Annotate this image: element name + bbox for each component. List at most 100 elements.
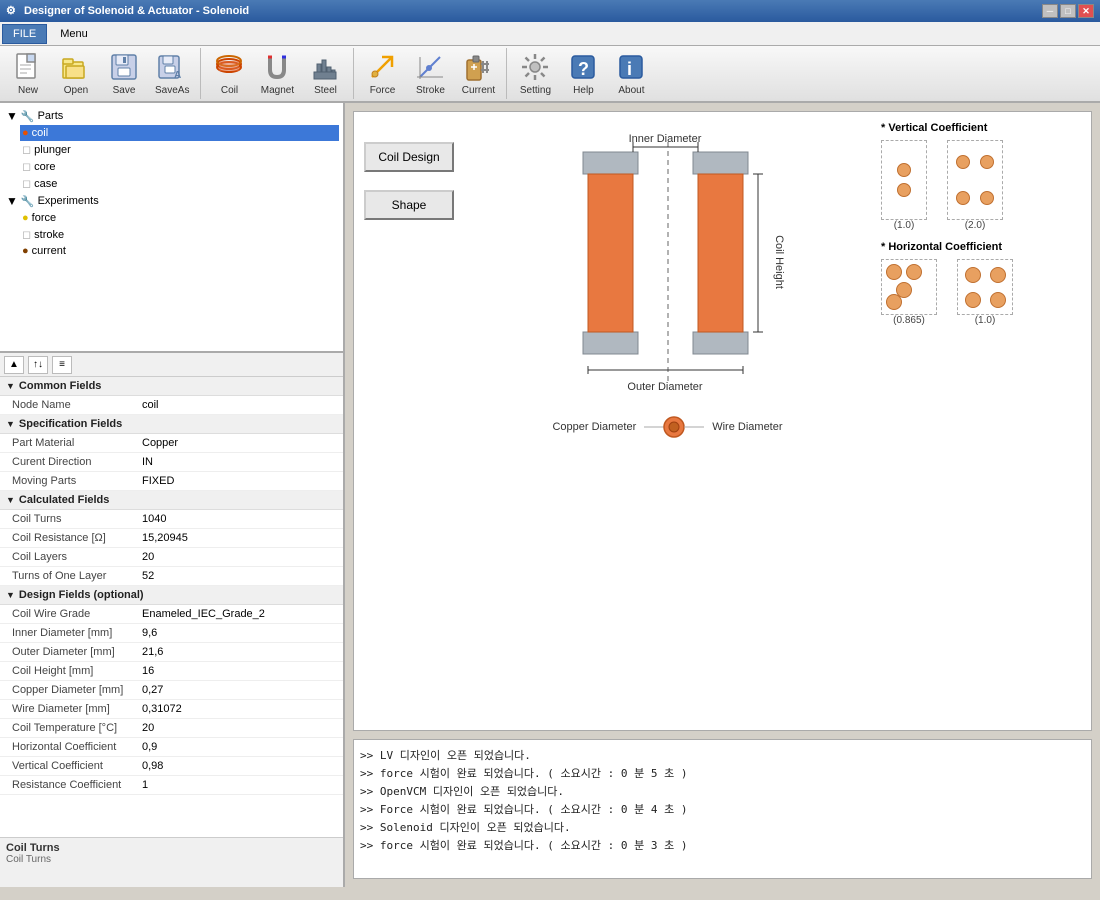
open-label: Open xyxy=(64,85,88,96)
toolbar-force[interactable]: Force xyxy=(358,48,406,99)
prop-horiz-coeff-value: 0,9 xyxy=(142,741,337,753)
section-spec-header[interactable]: ▼ Specification Fields xyxy=(0,415,343,434)
hc2-c1 xyxy=(965,267,981,283)
vc2-c4 xyxy=(980,191,994,205)
prop-coil-turns-label: Coil Turns xyxy=(12,513,142,525)
about-icon: i xyxy=(615,51,647,83)
section-spec-label: Specification Fields xyxy=(19,418,122,430)
toolbar-section-file: New Open Save xyxy=(0,48,201,99)
menu-file[interactable]: FILE xyxy=(2,24,47,44)
coeff-area: * Vertical Coefficient xyxy=(881,122,1081,326)
horiz-coeff-2: (1.0) xyxy=(957,259,1013,326)
prop-node-name-value: coil xyxy=(142,399,337,411)
tree-label-experiments: Experiments xyxy=(38,195,99,207)
status-bar: Coil Turns Coil Turns xyxy=(0,837,343,887)
prop-resist-coeff: Resistance Coefficient 1 xyxy=(0,776,343,795)
prop-moving-parts-value: FIXED xyxy=(142,475,337,487)
prop-inner-dia-value: 9,6 xyxy=(142,627,337,639)
console-line: >> Force 시험이 완료 되었습니다. ( 소요시간 : 0 분 4 초 … xyxy=(360,800,1085,818)
section-calc-header[interactable]: ▼ Calculated Fields xyxy=(0,491,343,510)
prop-coil-layers-label: Coil Layers xyxy=(12,551,142,563)
section-design-header[interactable]: ▼ Design Fields (optional) xyxy=(0,586,343,605)
plunger-bullet: ◻ xyxy=(22,143,31,156)
tree-label-parts: Parts xyxy=(38,110,64,122)
prop-outer-dia-value: 21,6 xyxy=(142,646,337,658)
toolbar-steel[interactable]: Steel xyxy=(301,48,349,99)
title-bar: ⚙ Designer of Solenoid & Actuator - Sole… xyxy=(0,0,1100,22)
toolbar-setting[interactable]: Setting xyxy=(511,48,559,99)
hc2-c4 xyxy=(990,292,1006,308)
status-title: Coil Turns xyxy=(6,842,337,854)
saveas-icon: A xyxy=(156,51,188,83)
tree-item-current[interactable]: ● current xyxy=(20,243,339,259)
copper-diameter-label: Copper Diameter xyxy=(552,421,636,433)
section-calc-label: Calculated Fields xyxy=(19,494,109,506)
prop-vert-coeff-label: Vertical Coefficient xyxy=(12,760,142,772)
prop-coil-layers-value: 20 xyxy=(142,551,337,563)
prop-coil-height-label: Coil Height [mm] xyxy=(12,665,142,677)
force-icon xyxy=(366,51,398,83)
prop-copper-dia: Copper Diameter [mm] 0,27 xyxy=(0,681,343,700)
stroke-bullet: ◻ xyxy=(22,228,31,241)
minimize-button[interactable]: ─ xyxy=(1042,4,1058,18)
prop-vert-coeff-value: 0,98 xyxy=(142,760,337,772)
tree-item-force[interactable]: ● force xyxy=(20,210,339,226)
tree-item-core[interactable]: ◻ core xyxy=(20,158,339,175)
prop-moving-parts-label: Moving Parts xyxy=(12,475,142,487)
toolbar-magnet[interactable]: Magnet xyxy=(253,48,301,99)
horiz-coeff-title: * Horizontal Coefficient xyxy=(881,241,1081,253)
wire-section: Copper Diameter Wire Diameter xyxy=(552,412,782,442)
tree-panel: ▼ 🔧 Parts ● coil ◻ plunger ◻ core ◻ case xyxy=(0,103,343,353)
prop-wire-dia-label: Wire Diameter [mm] xyxy=(12,703,142,715)
coil-icon xyxy=(213,51,245,83)
force-label: Force xyxy=(370,85,396,96)
prop-part-material: Part Material Copper xyxy=(0,434,343,453)
prop-horiz-coeff: Horizontal Coefficient 0,9 xyxy=(0,738,343,757)
svg-text:i: i xyxy=(627,59,632,79)
tree-item-case[interactable]: ◻ case xyxy=(20,175,339,192)
vert-coeff-2-label: (2.0) xyxy=(965,220,986,231)
tree-item-coil[interactable]: ● coil xyxy=(20,125,339,141)
shape-button[interactable]: Shape xyxy=(364,190,454,220)
prop-coil-height: Coil Height [mm] 16 xyxy=(0,662,343,681)
console-line: >> OpenVCM 디자인이 오픈 되었습니다. xyxy=(360,782,1085,800)
prop-current-dir-value: IN xyxy=(142,456,337,468)
prop-turns-one-layer-label: Turns of One Layer xyxy=(12,570,142,582)
prop-resist-coeff-value: 1 xyxy=(142,779,337,791)
props-btn-2[interactable]: ↑↓ xyxy=(28,356,48,374)
vc2-c3 xyxy=(956,191,970,205)
toolbar-coil[interactable]: Coil xyxy=(205,48,253,99)
tree-item-stroke[interactable]: ◻ stroke xyxy=(20,226,339,243)
props-btn-3[interactable]: ≡ xyxy=(52,356,72,374)
toolbar-new[interactable]: New xyxy=(4,48,52,99)
section-design-label: Design Fields (optional) xyxy=(19,589,144,601)
vert-coeff-section: * Vertical Coefficient xyxy=(881,122,1081,231)
maximize-button[interactable]: □ xyxy=(1060,4,1076,18)
toolbar-about[interactable]: i About xyxy=(607,48,655,99)
prop-wire-grade: Coil Wire Grade Enameled_IEC_Grade_2 xyxy=(0,605,343,624)
toolbar-open[interactable]: Open xyxy=(52,48,100,99)
hc1-c4 xyxy=(886,294,902,310)
toolbar-save[interactable]: Save xyxy=(100,48,148,99)
saveas-label: SaveAs xyxy=(155,85,189,96)
tree-item-plunger[interactable]: ◻ plunger xyxy=(20,141,339,158)
toolbar-stroke[interactable]: Stroke xyxy=(406,48,454,99)
section-common-header[interactable]: ▼ Common Fields xyxy=(0,377,343,396)
props-btn-1[interactable]: ▲ xyxy=(4,356,24,374)
prop-inner-dia-label: Inner Diameter [mm] xyxy=(12,627,142,639)
new-label: New xyxy=(18,85,38,96)
buttons-col: Coil Design Shape xyxy=(364,122,454,220)
coil-design-button[interactable]: Coil Design xyxy=(364,142,454,172)
menu-menu[interactable]: Menu xyxy=(49,24,99,44)
toolbar-current[interactable]: Current xyxy=(454,48,502,99)
close-button[interactable]: ✕ xyxy=(1078,4,1094,18)
toolbar-help[interactable]: ? Help xyxy=(559,48,607,99)
menu-bar: FILE Menu xyxy=(0,22,1100,46)
tree-item-experiments[interactable]: ▼ 🔧 Experiments xyxy=(4,192,339,210)
stroke-icon xyxy=(414,51,446,83)
toolbar-saveas[interactable]: A SaveAs xyxy=(148,48,196,99)
steel-icon xyxy=(309,51,341,83)
horiz-coeff-1: (0.865) xyxy=(881,259,937,326)
console-panel[interactable]: >> LV 디자인이 오픈 되었습니다.>> force 시험이 완료 되었습니… xyxy=(353,739,1092,879)
tree-item-parts[interactable]: ▼ 🔧 Parts xyxy=(4,107,339,125)
